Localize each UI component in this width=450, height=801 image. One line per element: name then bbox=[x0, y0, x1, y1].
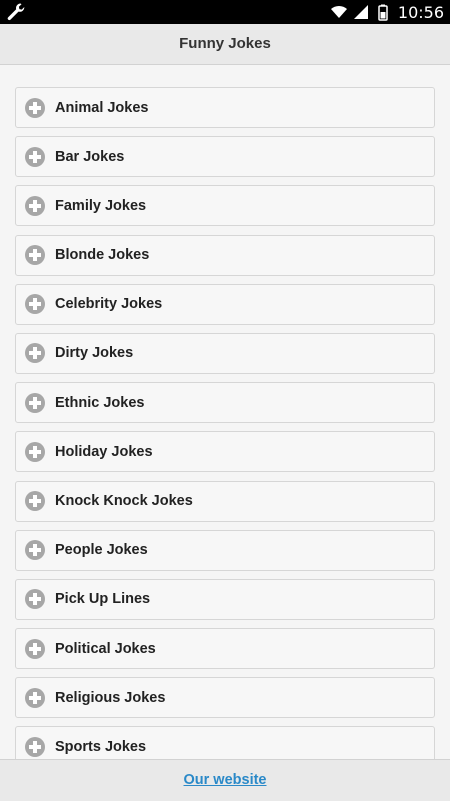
battery-icon bbox=[374, 3, 392, 21]
footer: Our website bbox=[0, 759, 450, 801]
wifi-icon bbox=[330, 3, 348, 21]
category-label: Knock Knock Jokes bbox=[55, 493, 193, 509]
plus-circle-icon bbox=[25, 687, 45, 708]
plus-circle-icon bbox=[25, 441, 45, 462]
plus-circle-icon bbox=[25, 491, 45, 511]
category-item[interactable]: Knock Knock Jokes bbox=[15, 480, 435, 522]
category-label: Pick Up Lines bbox=[55, 591, 151, 608]
category-item[interactable]: Family Jokes bbox=[15, 185, 435, 227]
category-label: Bar Jokes bbox=[55, 148, 125, 165]
category-label: Dirty Jokes bbox=[55, 345, 134, 362]
wrench-icon bbox=[6, 2, 26, 22]
category-label: Celebrity Jokes bbox=[55, 296, 163, 313]
category-item[interactable]: Ethnic Jokes bbox=[15, 382, 435, 424]
plus-circle-icon bbox=[25, 245, 45, 266]
category-label: Animal Jokes bbox=[55, 99, 149, 116]
category-item[interactable]: Religious Jokes bbox=[15, 677, 435, 719]
category-label: Holiday Jokes bbox=[55, 443, 153, 460]
plus-circle-icon bbox=[25, 589, 45, 610]
plus-circle-icon bbox=[25, 540, 45, 561]
category-label: Sports Jokes bbox=[55, 738, 147, 755]
category-item[interactable]: Animal Jokes bbox=[15, 87, 435, 128]
category-label: Blonde Jokes bbox=[55, 247, 150, 264]
plus-circle-icon bbox=[25, 343, 45, 364]
category-item[interactable]: People Jokes bbox=[15, 529, 435, 571]
signal-icon bbox=[352, 3, 370, 21]
status-bar: 10:56 bbox=[0, 0, 450, 24]
category-item[interactable]: Pick Up Lines bbox=[15, 578, 435, 620]
plus-circle-icon bbox=[25, 146, 45, 167]
category-label: Religious Jokes bbox=[55, 689, 166, 706]
category-list: Animal Jokes Bar Jokes Family Jokes Blonde … bbox=[15, 87, 435, 776]
category-label: Family Jokes bbox=[55, 197, 147, 214]
category-item[interactable]: Bar Jokes bbox=[15, 136, 435, 178]
plus-circle-icon bbox=[25, 294, 45, 315]
website-link[interactable]: Our website bbox=[184, 760, 267, 800]
plus-circle-icon bbox=[25, 392, 45, 413]
clock: 10:56 bbox=[397, 2, 444, 22]
plus-circle-icon bbox=[25, 97, 45, 118]
category-item[interactable]: Celebrity Jokes bbox=[15, 283, 435, 325]
status-icons: 10:56 bbox=[330, 0, 444, 24]
plus-circle-icon bbox=[25, 736, 45, 757]
plus-circle-icon bbox=[25, 638, 45, 659]
category-item[interactable]: Holiday Jokes bbox=[15, 431, 435, 473]
category-label: Ethnic Jokes bbox=[55, 394, 145, 411]
category-label: Political Jokes bbox=[55, 640, 156, 657]
category-item[interactable]: Dirty Jokes bbox=[15, 332, 435, 374]
app-header: Funny Jokes bbox=[0, 24, 450, 65]
category-item[interactable]: Blonde Jokes bbox=[15, 234, 435, 276]
category-item[interactable]: Political Jokes bbox=[15, 628, 435, 670]
page-title: Funny Jokes bbox=[179, 35, 271, 52]
plus-circle-icon bbox=[25, 195, 45, 216]
category-label: People Jokes bbox=[55, 542, 148, 559]
